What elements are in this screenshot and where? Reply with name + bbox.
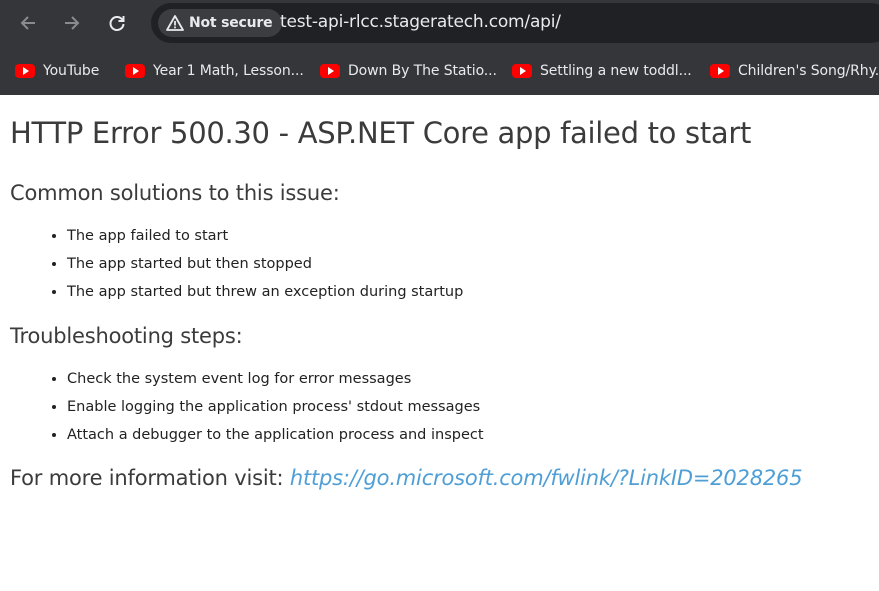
more-info-label: For more information visit: (10, 466, 284, 490)
youtube-icon (125, 64, 145, 78)
address-bar[interactable]: Not secure test-api-rlcc.stageratech.com… (151, 3, 879, 43)
page-title: HTTP Error 500.30 - ASP.NET Core app fai… (10, 116, 752, 150)
bookmark-item[interactable]: Children's Song/Rhy... (710, 61, 879, 81)
list-item: Check the system event log for error mes… (67, 365, 484, 393)
bookmark-label: Year 1 Math, Lesson... (153, 63, 304, 79)
more-info-link[interactable]: https://go.microsoft.com/fwlink/?LinkID=… (290, 466, 803, 490)
list-item: The app failed to start (67, 222, 463, 250)
youtube-icon (15, 64, 35, 78)
bookmark-item[interactable]: Down By The Statio... (320, 61, 497, 81)
browser-chrome: Not secure test-api-rlcc.stageratech.com… (0, 0, 879, 95)
more-info: For more information visit: https://go.m… (10, 466, 803, 490)
arrow-left-icon (20, 16, 35, 30)
list-item: The app started but then stopped (67, 250, 463, 278)
bookmark-label: Down By The Statio... (348, 63, 497, 79)
troubleshooting-list: Check the system event log for error mes… (27, 365, 484, 449)
warning-icon (166, 15, 184, 31)
youtube-icon (320, 64, 340, 78)
bookmarks-bar: YouTube Year 1 Math, Lesson... Down By T… (0, 46, 879, 95)
back-button[interactable] (16, 11, 40, 35)
bookmark-item[interactable]: Year 1 Math, Lesson... (125, 61, 304, 81)
security-chip[interactable]: Not secure (158, 9, 283, 37)
solutions-list: The app failed to start The app started … (27, 222, 463, 306)
bookmark-item[interactable]: YouTube (15, 61, 99, 81)
security-chip-label: Not secure (189, 15, 273, 31)
youtube-icon (710, 64, 730, 78)
reload-icon (109, 16, 125, 31)
bookmark-label: Children's Song/Rhy... (738, 63, 879, 79)
bookmark-label: YouTube (43, 63, 100, 79)
browser-toolbar: Not secure test-api-rlcc.stageratech.com… (0, 0, 879, 46)
youtube-icon (512, 64, 532, 78)
list-item: The app started but threw an exception d… (67, 278, 463, 306)
arrow-right-icon (65, 16, 80, 30)
reload-button[interactable] (105, 11, 129, 35)
url-text[interactable]: test-api-rlcc.stageratech.com/api/ (280, 12, 561, 32)
list-item: Attach a debugger to the application pro… (67, 421, 484, 449)
list-item: Enable logging the application process' … (67, 393, 484, 421)
troubleshooting-heading: Troubleshooting steps: (10, 324, 243, 348)
bookmark-item[interactable]: Settling a new toddl... (512, 61, 692, 81)
bookmark-label: Settling a new toddl... (540, 63, 692, 79)
solutions-heading: Common solutions to this issue: (10, 181, 340, 205)
forward-button[interactable] (60, 11, 84, 35)
